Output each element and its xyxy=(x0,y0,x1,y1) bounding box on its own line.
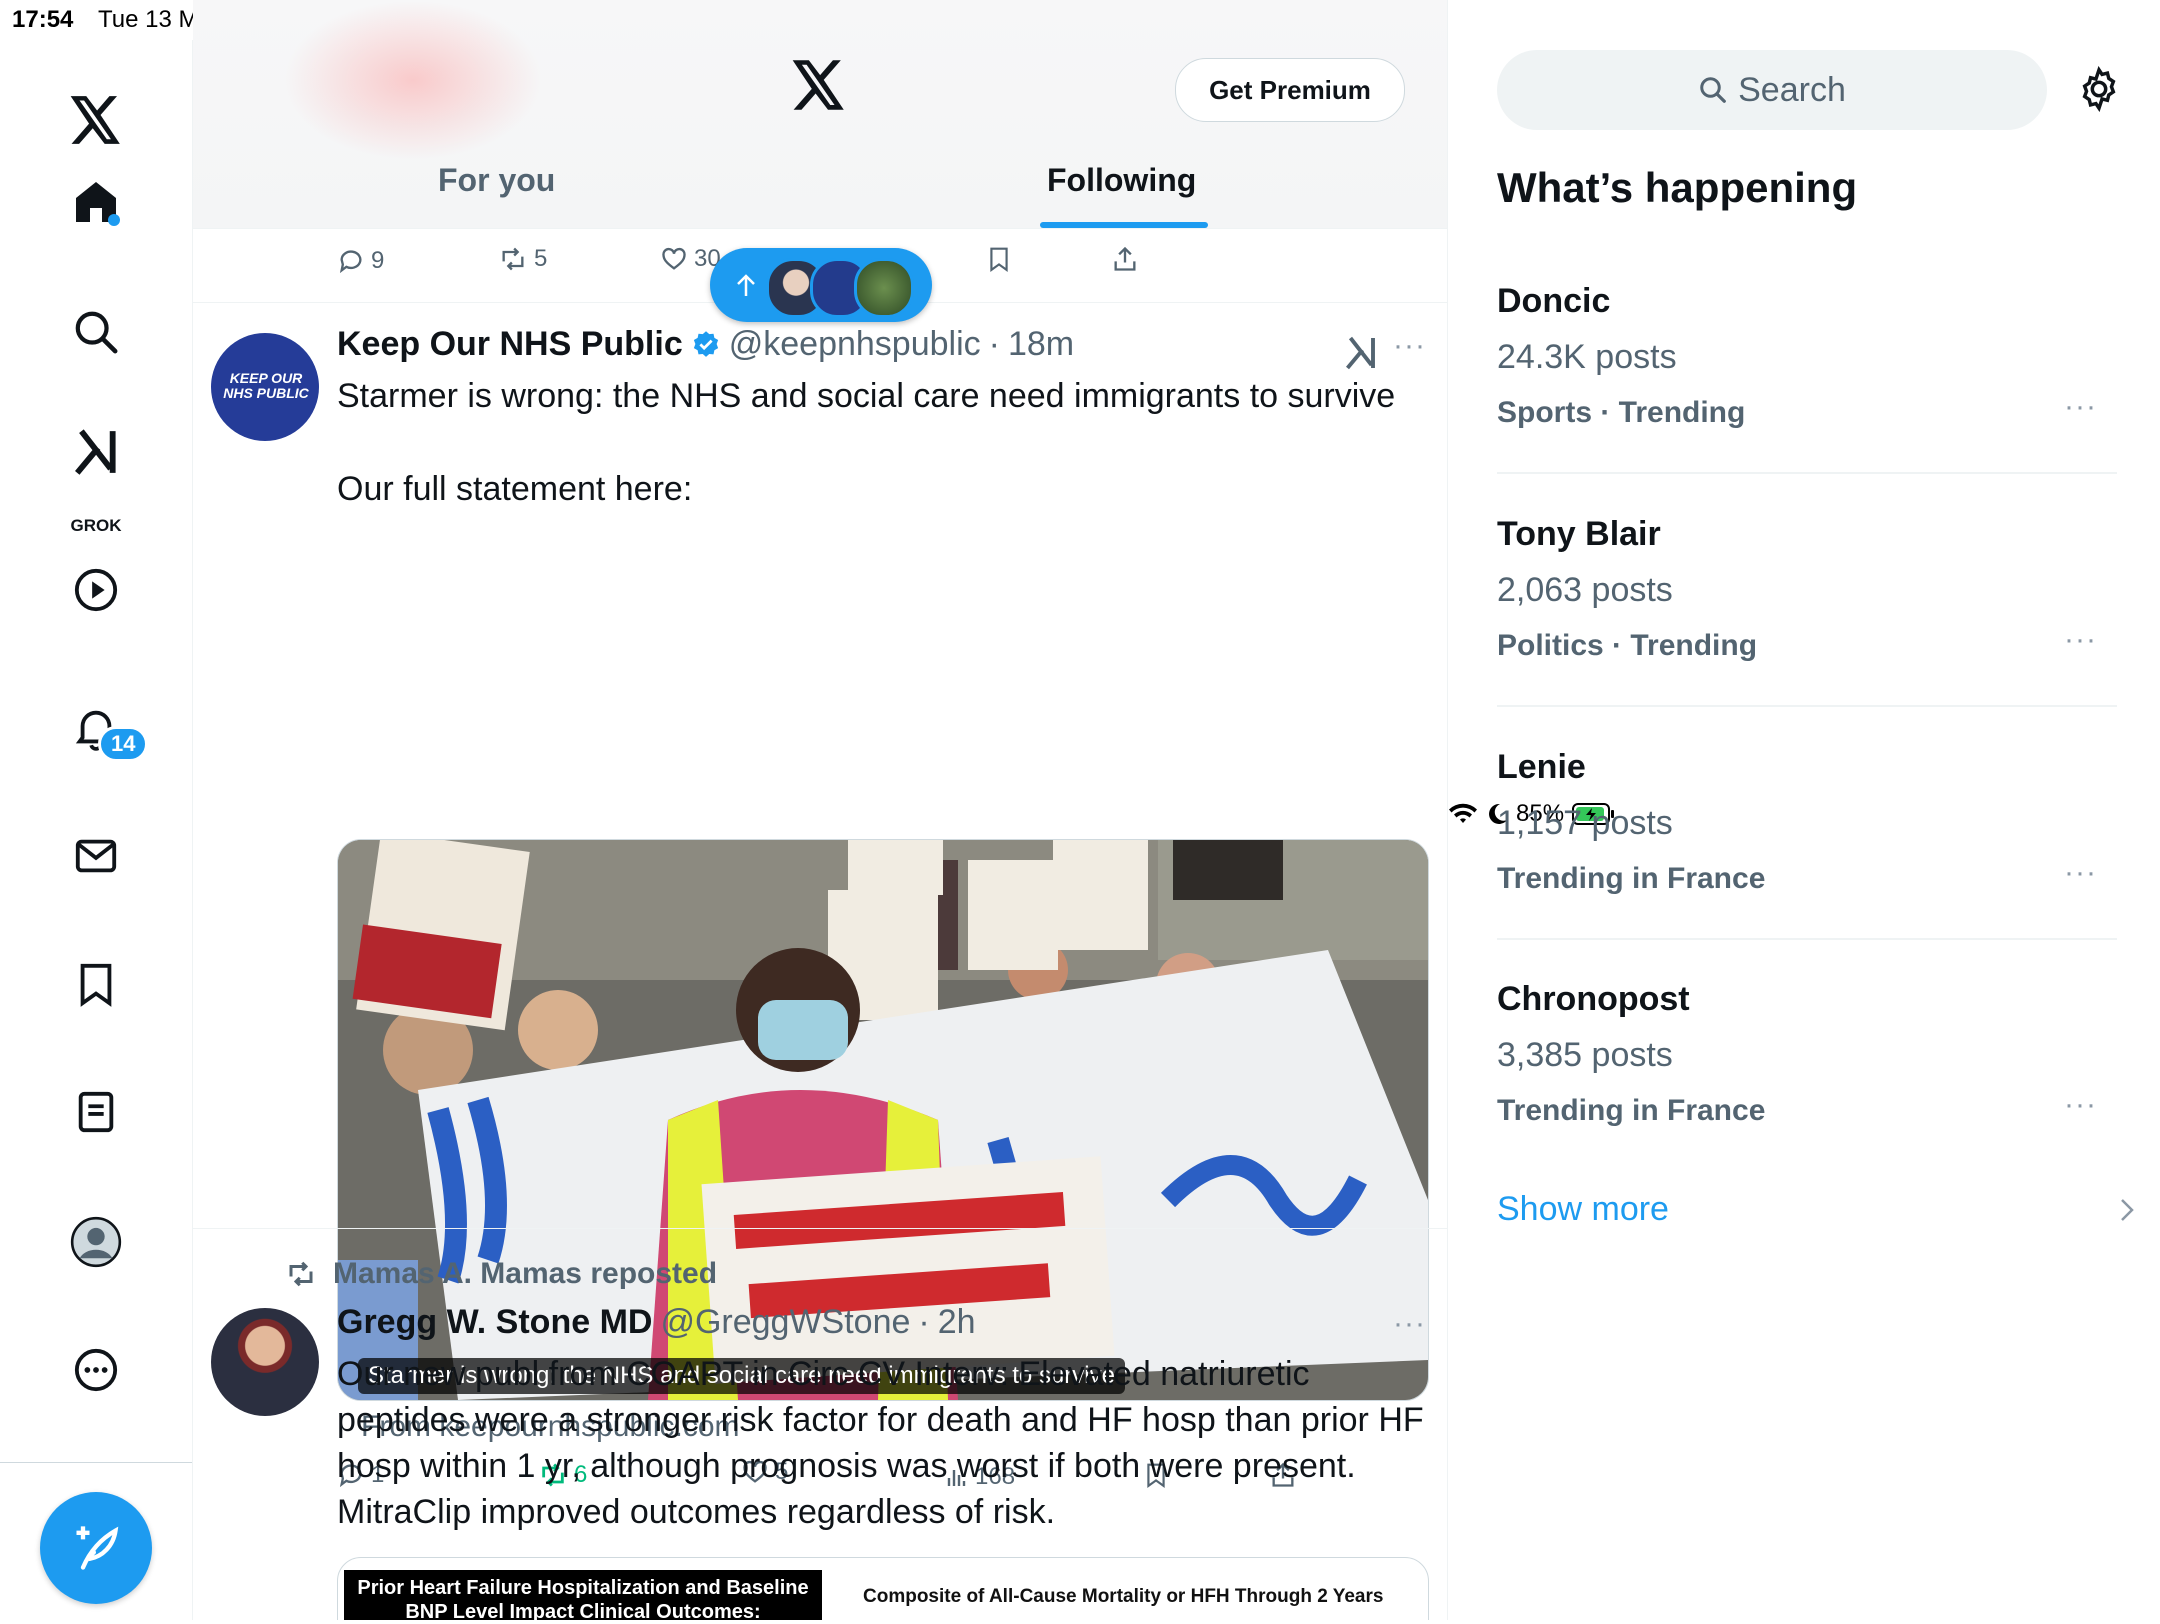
compose-icon xyxy=(70,1522,122,1574)
post-more-button[interactable]: ··· xyxy=(1393,329,1426,363)
active-tab-indicator xyxy=(1040,222,1208,228)
show-more-link[interactable]: Show more xyxy=(1497,1190,1669,1229)
trend-category: Trending in France xyxy=(1497,1094,1766,1127)
trend-divider xyxy=(1497,472,2117,474)
trend-divider xyxy=(1497,705,2117,707)
post-text: Starmer is wrong: the NHS and social car… xyxy=(337,377,1396,415)
share-button[interactable] xyxy=(1111,245,1139,273)
post-time[interactable]: 2h xyxy=(938,1303,976,1342)
heart-icon xyxy=(660,245,688,273)
header-backdrop xyxy=(283,0,543,160)
repost-button[interactable]: 5 xyxy=(498,245,547,273)
search-icon[interactable] xyxy=(66,302,126,362)
post-more-button[interactable]: ··· xyxy=(1393,1307,1426,1341)
grok-explain-icon[interactable] xyxy=(1343,335,1379,371)
play-icon[interactable] xyxy=(66,560,126,620)
repost-context: Mamas A. Mamas reposted xyxy=(283,1257,717,1291)
chevron-right-icon xyxy=(2118,1196,2136,1224)
grok-icon[interactable] xyxy=(66,422,126,482)
repost-count: 5 xyxy=(534,245,548,272)
avatar-text: KEEP OUR xyxy=(229,370,303,386)
reply-count: 9 xyxy=(371,247,385,274)
tab-for-you[interactable]: For you xyxy=(438,162,555,199)
trend-category: Sports · Trending xyxy=(1497,396,1746,429)
post-media-image[interactable]: Prior Heart Failure Hospitalization and … xyxy=(337,1557,1429,1620)
home-unread-dot xyxy=(108,214,120,226)
list-icon[interactable] xyxy=(66,1082,126,1142)
right-sidebar: Search What’s happening Doncic 24.3K pos… xyxy=(1448,0,2160,1620)
trend-posts: 3,385 posts xyxy=(1497,1036,1673,1074)
bookmark-icon[interactable] xyxy=(66,954,126,1014)
like-button[interactable]: 30 xyxy=(660,245,721,273)
post-header: Gregg W. Stone MD @GreggWStone · 2h xyxy=(337,1303,976,1342)
trend-name: Doncic xyxy=(1497,282,1611,320)
trend-posts: 24.3K posts xyxy=(1497,338,1677,376)
reply-icon xyxy=(337,247,365,275)
post-text: Our new publ from COAPT in Circ CV Inter… xyxy=(337,1355,1424,1531)
compose-button[interactable] xyxy=(40,1492,152,1604)
status-time: 17:54 xyxy=(12,6,74,33)
mail-icon[interactable] xyxy=(66,826,126,886)
search-placeholder: Search xyxy=(1738,70,1846,109)
trend-more-button[interactable]: ··· xyxy=(2064,856,2097,890)
author-handle[interactable]: @GreggWStone xyxy=(660,1303,910,1342)
reply-button[interactable]: 9 xyxy=(337,247,384,275)
trend-item[interactable]: Doncic 24.3K posts Sports · Trending ··· xyxy=(1497,282,2117,514)
trend-divider xyxy=(1497,938,2117,940)
trend-more-button[interactable]: ··· xyxy=(2064,1088,2097,1122)
x-logo-header-icon[interactable] xyxy=(792,60,846,110)
trend-name: Tony Blair xyxy=(1497,515,1661,553)
nav-divider xyxy=(0,1462,192,1463)
post-header: Keep Our NHS Public @keepnhspublic · 18m xyxy=(337,325,1074,364)
author-handle[interactable]: @keepnhspublic xyxy=(729,325,981,364)
post-time[interactable]: 18m xyxy=(1008,325,1074,364)
author-name[interactable]: Gregg W. Stone MD xyxy=(337,1303,652,1342)
trend-item[interactable]: Lenie 1,157 posts Trending in France ··· xyxy=(1497,748,2117,980)
media-title-right: Composite of All-Cause Mortality or HFH … xyxy=(863,1586,1384,1607)
search-input[interactable]: Search xyxy=(1497,50,2047,130)
trend-name: Chronopost xyxy=(1497,980,1690,1018)
trend-category: Trending in France xyxy=(1497,862,1766,895)
trend-category: Politics · Trending xyxy=(1497,629,1758,662)
profile-icon[interactable] xyxy=(66,1212,126,1272)
repost-icon xyxy=(283,1259,319,1289)
section-title: What’s happening xyxy=(1497,164,1858,211)
post-text: Our full statement here: xyxy=(337,470,693,508)
author-name[interactable]: Keep Our NHS Public xyxy=(337,325,683,364)
trend-more-button[interactable]: ··· xyxy=(2064,390,2097,424)
timeline-header: Get Premium For you Following xyxy=(193,0,1447,229)
notifications-badge: 14 xyxy=(98,726,149,762)
trend-posts: 1,157 posts xyxy=(1497,804,1673,842)
timeline: Get Premium For you Following 9 5 30 KEE… xyxy=(193,0,1448,1620)
media-title-left: Prior Heart Failure Hospitalization and … xyxy=(344,1570,822,1620)
arrow-up-icon xyxy=(734,272,758,298)
search-icon xyxy=(1698,75,1728,105)
avatar[interactable]: KEEP OUR NHS PUBLIC xyxy=(211,333,319,441)
post[interactable]: Mamas A. Mamas reposted Gregg W. Stone M… xyxy=(193,1229,1447,1620)
more-icon[interactable] xyxy=(66,1340,126,1400)
x-logo-icon[interactable] xyxy=(66,90,126,150)
left-nav: GROK 14 xyxy=(0,40,193,1620)
trend-item[interactable]: Tony Blair 2,063 posts Politics · Trendi… xyxy=(1497,515,2117,747)
verified-icon xyxy=(691,330,721,360)
post[interactable]: KEEP OUR NHS PUBLIC Keep Our NHS Public … xyxy=(193,303,1447,1490)
separator-dot: · xyxy=(988,325,1000,363)
separator-dot: · xyxy=(918,1303,930,1341)
repost-context-text[interactable]: Mamas A. Mamas reposted xyxy=(333,1257,717,1291)
avatar-text: NHS PUBLIC xyxy=(223,385,309,401)
avatar[interactable] xyxy=(211,1308,319,1416)
repost-icon xyxy=(498,245,528,273)
grok-label: GROK xyxy=(70,516,122,535)
gear-icon[interactable] xyxy=(2076,66,2122,112)
trend-more-button[interactable]: ··· xyxy=(2064,623,2097,657)
tab-following[interactable]: Following xyxy=(1047,162,1196,199)
trend-name: Lenie xyxy=(1497,748,1586,786)
trend-posts: 2,063 posts xyxy=(1497,571,1673,609)
bookmark-post-button[interactable] xyxy=(986,245,1012,273)
trend-item[interactable]: Chronopost 3,385 posts Trending in Franc… xyxy=(1497,980,2117,1212)
get-premium-button[interactable]: Get Premium xyxy=(1175,58,1405,122)
